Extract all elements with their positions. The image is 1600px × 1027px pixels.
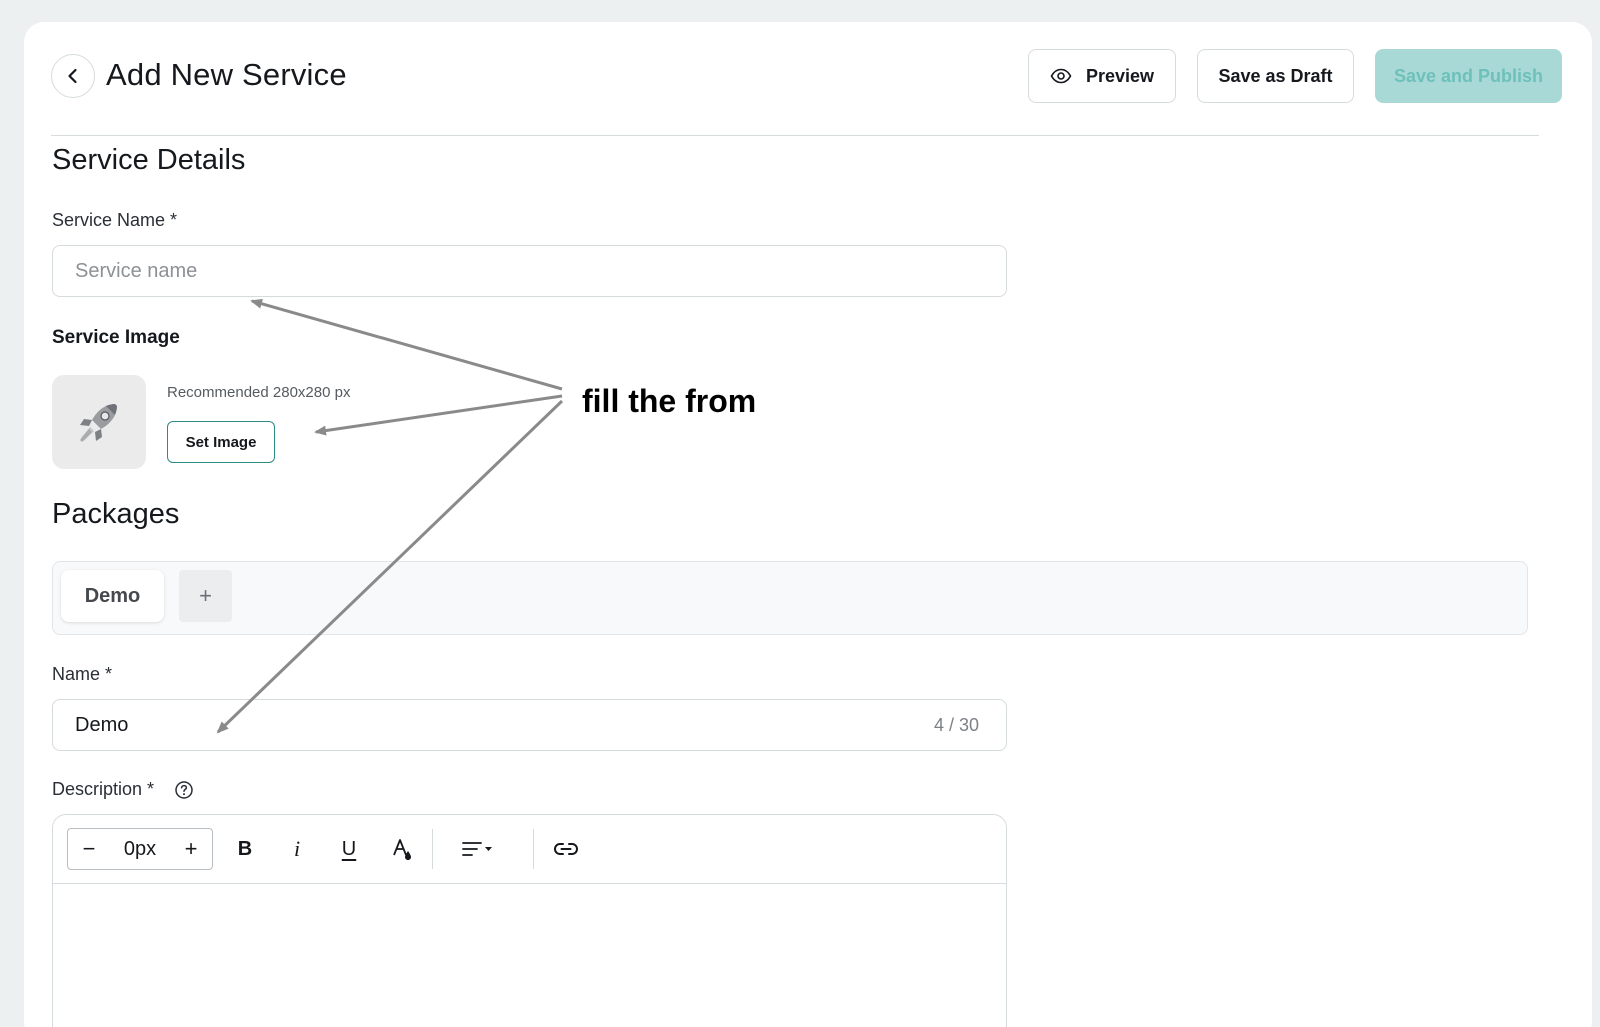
annotation-text: fill the from [582, 383, 757, 419]
service-image-label: Service Image [52, 327, 180, 348]
character-counter: 4 / 30 [934, 715, 980, 735]
image-recommendation: Recommended 280x280 px [167, 384, 351, 401]
font-size-control: − 0px + [67, 828, 213, 870]
toolbar-divider [533, 829, 534, 869]
align-dropdown-button[interactable] [459, 831, 499, 867]
package-name-input[interactable] [52, 699, 1007, 751]
back-button[interactable] [51, 54, 95, 98]
preview-label: Preview [1085, 65, 1155, 86]
rocket-icon [80, 404, 117, 442]
service-name-input[interactable] [52, 245, 1007, 297]
insert-link-button[interactable] [551, 831, 581, 867]
font-size-value[interactable]: 0px [110, 838, 170, 861]
eye-icon [1050, 68, 1072, 84]
service-details-title: Service Details [52, 144, 246, 176]
page-title: Add New Service [106, 57, 347, 92]
chevron-left-icon [68, 68, 77, 84]
toolbar-divider [432, 829, 433, 869]
editor-toolbar: − 0px + B i U [53, 815, 1006, 884]
package-name-label: Name * [52, 664, 113, 684]
underline-button[interactable]: U [335, 831, 363, 867]
description-label: Description * [52, 779, 155, 799]
packages-title: Packages [52, 498, 180, 530]
preview-button[interactable]: Preview [1028, 49, 1176, 103]
link-icon [553, 843, 579, 855]
save-draft-button[interactable]: Save as Draft [1197, 49, 1354, 103]
text-color-button[interactable] [387, 831, 417, 867]
text-color-icon [393, 839, 411, 860]
help-icon[interactable] [174, 780, 194, 800]
increase-font-size-button[interactable]: + [170, 829, 212, 869]
package-tabs: Demo + [52, 561, 1528, 635]
decrease-font-size-button[interactable]: − [68, 829, 110, 869]
service-image-thumbnail[interactable] [52, 375, 146, 469]
align-left-icon [462, 842, 492, 856]
italic-button[interactable]: i [283, 831, 311, 867]
bold-button[interactable]: B [231, 831, 259, 867]
service-name-label: Service Name * [52, 210, 178, 230]
description-editor: − 0px + B i U [52, 814, 1007, 1027]
package-tab-demo[interactable]: Demo [61, 570, 164, 622]
form-card: Add New Service Preview Save as Draft Sa… [24, 22, 1592, 1027]
save-publish-button[interactable]: Save and Publish [1375, 49, 1562, 103]
add-package-button[interactable]: + [179, 570, 232, 622]
page-header: Add New Service Preview Save as Draft Sa… [51, 22, 1562, 136]
set-image-button[interactable]: Set Image [167, 421, 275, 463]
